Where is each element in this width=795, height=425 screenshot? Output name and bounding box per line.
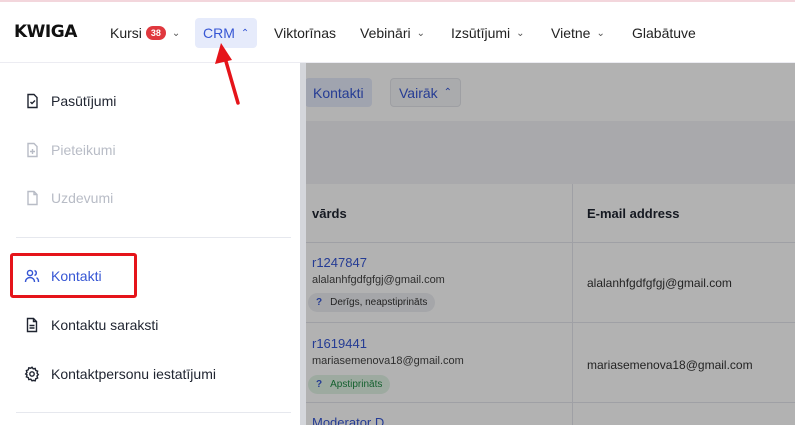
nav-item-label: Izsūtījumi <box>451 25 511 41</box>
nav-item-vebinari[interactable]: Vebināri ⌄ <box>352 18 433 48</box>
nav-item-label: Vebināri <box>360 25 411 41</box>
logo[interactable]: KWIGA <box>14 22 77 42</box>
menu-divider <box>16 237 291 238</box>
menu-item-label: Pasūtījumi <box>51 93 117 109</box>
highlight-box <box>10 253 137 298</box>
nav-item-label: Viktorīnas <box>274 25 336 41</box>
gear-icon <box>24 366 40 382</box>
nav-item-kursi[interactable]: Kursi 38 ⌄ <box>102 18 188 48</box>
top-navigation: KWIGA Kursi 38 ⌄ CRM ⌃ Viktorīnas Vebinā… <box>0 0 795 63</box>
nav-item-izsutijumi[interactable]: Izsūtījumi ⌄ <box>443 18 533 48</box>
count-badge: 38 <box>145 26 166 40</box>
menu-divider <box>16 412 291 413</box>
file-icon <box>27 190 38 206</box>
order-check-icon <box>27 93 38 109</box>
menu-item-contact-lists[interactable]: Kontaktu saraksti <box>24 313 158 337</box>
menu-item-tasks: Uzdevumi <box>24 186 113 210</box>
chevron-up-icon: ⌃ <box>240 27 250 39</box>
nav-item-glabatuve[interactable]: Glabātuve <box>624 18 704 48</box>
menu-item-label: Uzdevumi <box>51 190 114 206</box>
menu-item-orders[interactable]: Pasūtījumi <box>24 89 116 113</box>
nav-item-crm[interactable]: CRM ⌃ <box>195 18 258 48</box>
menu-item-contact-settings[interactable]: Kontaktpersonu iestatījumi <box>24 362 216 386</box>
nav-item-viktorinas[interactable]: Viktorīnas <box>266 18 344 48</box>
nav-item-label: Vietne <box>551 25 591 41</box>
chevron-down-icon: ⌄ <box>596 27 605 39</box>
application-plus-icon <box>27 142 38 158</box>
nav-item-vietne[interactable]: Vietne ⌄ <box>543 18 613 48</box>
menu-item-label: Pieteikumi <box>51 142 116 158</box>
crm-dropdown-menu: Pasūtījumi Pieteikumi Uzdevumi Kontakti … <box>0 63 306 425</box>
nav-item-label: CRM <box>203 25 235 41</box>
chevron-down-icon: ⌄ <box>171 27 181 39</box>
menu-item-label: Kontaktu saraksti <box>51 317 159 333</box>
nav-item-label: Kursi <box>110 25 142 41</box>
chevron-down-icon: ⌄ <box>416 27 425 39</box>
menu-item-applications: Pieteikumi <box>24 138 116 162</box>
list-document-icon <box>26 317 38 333</box>
nav-item-label: Glabātuve <box>632 25 696 41</box>
chevron-down-icon: ⌄ <box>516 27 525 39</box>
menu-item-label: Kontaktpersonu iestatījumi <box>51 366 216 382</box>
